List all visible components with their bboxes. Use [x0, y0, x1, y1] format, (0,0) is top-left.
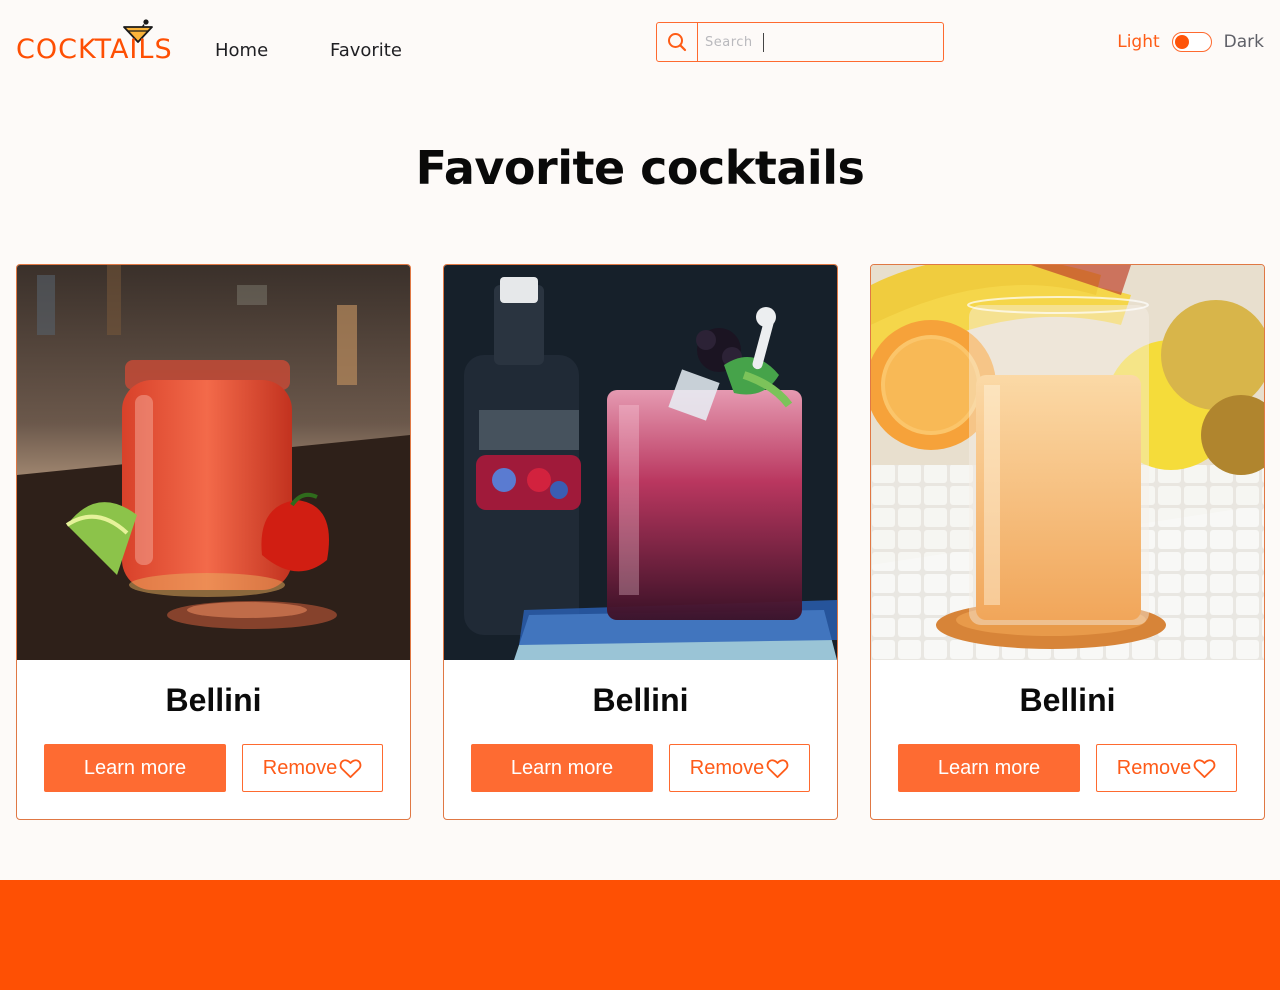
search-button[interactable]	[657, 23, 698, 61]
cocktail-image	[17, 265, 410, 660]
cocktail-image	[444, 265, 837, 660]
theme-switcher: Light Dark	[1117, 30, 1264, 54]
text-cursor	[763, 33, 764, 52]
cocktail-card: Bellini Learn more Remove	[443, 264, 838, 820]
nav-home[interactable]: Home	[215, 39, 268, 63]
nav-favorite[interactable]: Favorite	[330, 39, 402, 63]
heart-icon	[339, 758, 362, 778]
site-logo[interactable]: COCKTAILS	[16, 18, 176, 68]
cocktail-image	[871, 265, 1264, 660]
learn-more-button[interactable]: Learn more	[471, 744, 653, 792]
remove-label: Remove	[262, 756, 338, 779]
page-title: Favorite cocktails	[415, 141, 865, 195]
remove-label: Remove	[1116, 756, 1192, 779]
theme-toggle[interactable]	[1171, 32, 1212, 52]
heart-icon	[1193, 758, 1216, 778]
search-icon	[668, 33, 687, 52]
remove-button[interactable]: Remove	[1096, 744, 1237, 792]
remove-label: Remove	[689, 756, 765, 779]
cocktail-card: Bellini Learn more Remove	[16, 264, 411, 820]
cocktail-name: Bellini	[592, 682, 689, 718]
site-footer	[0, 880, 1280, 990]
theme-light-label[interactable]: Light	[1117, 32, 1159, 52]
heart-icon	[766, 758, 789, 778]
learn-more-button[interactable]: Learn more	[898, 744, 1080, 792]
toggle-knob	[1174, 35, 1189, 49]
search-bar	[656, 22, 944, 62]
theme-dark-label[interactable]: Dark	[1224, 32, 1264, 52]
cocktail-name: Bellini	[1019, 682, 1116, 718]
remove-button[interactable]: Remove	[669, 744, 810, 792]
site-header: COCKTAILS Home Favorite Light Dark	[0, 0, 1280, 90]
cocktail-card: Bellini Learn more Remove	[870, 264, 1265, 820]
search-input[interactable]	[698, 23, 943, 61]
remove-button[interactable]: Remove	[242, 744, 383, 792]
learn-more-button[interactable]: Learn more	[44, 744, 226, 792]
cocktail-name: Bellini	[165, 682, 262, 718]
logo-text: COCKTAILS	[16, 34, 173, 65]
